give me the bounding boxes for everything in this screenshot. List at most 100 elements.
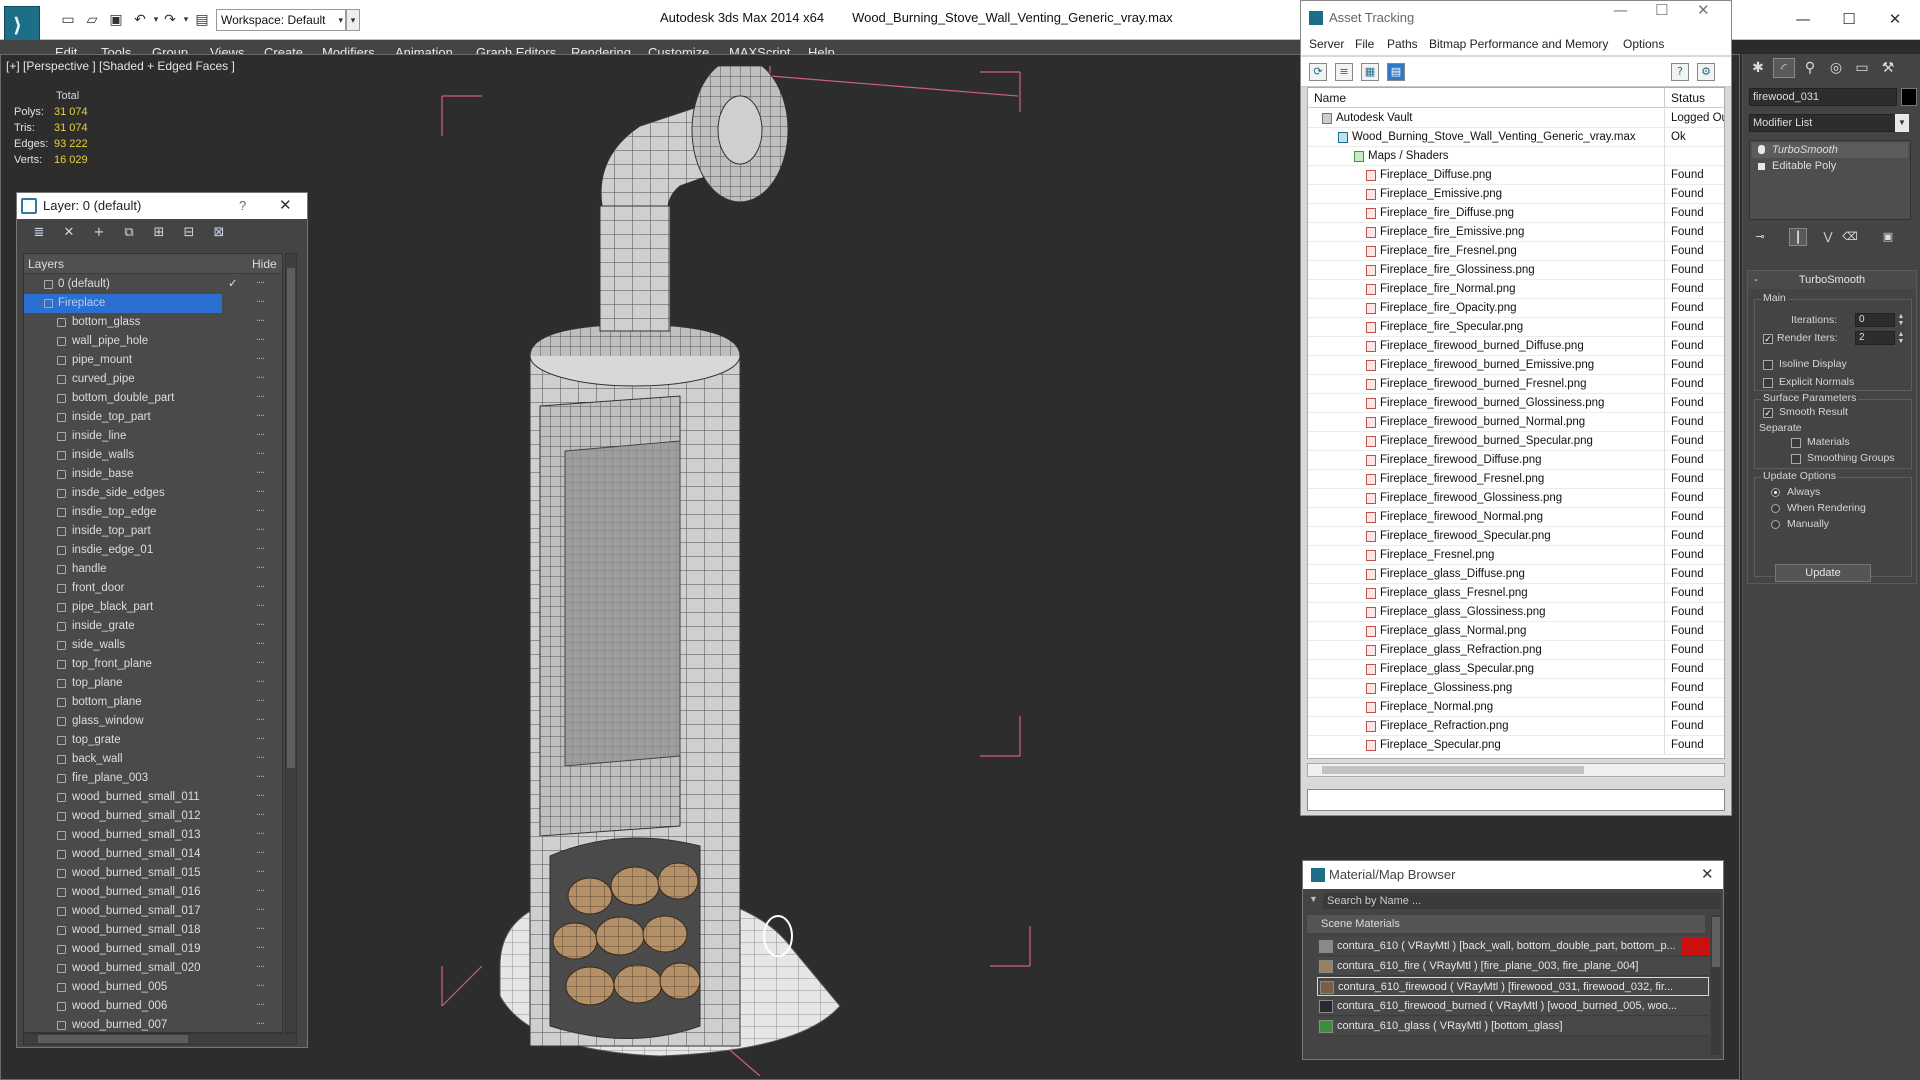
object-row[interactable]: insde_side_edges.... <box>24 483 282 503</box>
hide-toggle-icon[interactable]: .... <box>256 575 265 594</box>
object-row[interactable]: wood_burned_007.... <box>24 1015 282 1032</box>
workspace-dropdown[interactable]: Workspace: Default ▾ <box>216 9 346 31</box>
asset-row[interactable]: Maps / Shaders <box>1308 147 1724 166</box>
object-row[interactable]: curved_pipe.... <box>24 369 282 389</box>
add-layer-icon[interactable]: + <box>91 225 107 241</box>
asset-menu-options[interactable]: Options <box>1623 37 1664 51</box>
material-row[interactable]: contura_610_firewood ( VRayMtl ) [firewo… <box>1317 977 1709 996</box>
display-tab-icon[interactable]: ▭ <box>1851 58 1873 78</box>
hide-toggle-icon[interactable]: .... <box>256 347 265 366</box>
hide-toggle-icon[interactable]: .... <box>256 461 265 480</box>
asset-row[interactable]: Fireplace_firewood_burned_Normal.png Foun… <box>1308 413 1724 432</box>
hide-toggle-icon[interactable]: .... <box>256 385 265 404</box>
asset-row[interactable]: Fireplace_firewood_Glossiness.png Found <box>1308 489 1724 508</box>
delete-layer-icon[interactable]: ✕ <box>61 225 77 241</box>
object-row[interactable]: pipe_black_part.... <box>24 597 282 617</box>
asset-row[interactable]: Fireplace_glass_Glossiness.png Found <box>1308 603 1724 622</box>
object-row[interactable]: wood_burned_005.... <box>24 977 282 997</box>
asset-row[interactable]: Fireplace_Specular.png Found <box>1308 736 1724 755</box>
material-vertical-scrollbar[interactable] <box>1711 915 1721 1055</box>
create-tab-icon[interactable]: ✱ <box>1747 58 1769 78</box>
hide-toggle-icon[interactable]: .... <box>256 917 265 936</box>
new-file-icon[interactable]: ▭ <box>58 10 78 30</box>
hide-toggle-icon[interactable]: .... <box>256 841 265 860</box>
close-icon[interactable]: ✕ <box>1701 861 1714 889</box>
hide-toggle-icon[interactable]: .... <box>256 936 265 955</box>
isoline-display-checkbox[interactable] <box>1763 360 1773 370</box>
open-file-icon[interactable]: ▱ <box>82 10 102 30</box>
hide-toggle-icon[interactable]: .... <box>256 860 265 879</box>
layers-column-header[interactable]: Layers <box>28 254 64 274</box>
separate-materials-checkbox[interactable] <box>1791 438 1801 448</box>
object-row[interactable]: bottom_double_part.... <box>24 388 282 408</box>
close-icon[interactable]: ✕ <box>1880 8 1910 30</box>
object-row[interactable]: front_door.... <box>24 578 282 598</box>
hide-toggle-icon[interactable]: .... <box>256 651 265 670</box>
hide-toggle-icon[interactable]: .... <box>256 993 265 1012</box>
asset-row[interactable]: Fireplace_fire_Emissive.png Found <box>1308 223 1724 242</box>
separate-smoothing-groups-checkbox[interactable] <box>1791 454 1801 464</box>
hide-toggle-icon[interactable]: .... <box>256 480 265 499</box>
hide-toggle-icon[interactable]: .... <box>256 803 265 822</box>
object-row[interactable]: inside_line.... <box>24 426 282 446</box>
asset-path-field[interactable] <box>1307 789 1725 811</box>
iterations-spinner[interactable]: 0 <box>1855 313 1895 327</box>
stove-3d-model[interactable] <box>380 66 1260 1076</box>
object-name-field[interactable]: firewood_031 <box>1749 88 1897 106</box>
hide-toggle-icon[interactable]: .... <box>256 898 265 917</box>
asset-row[interactable]: Fireplace_firewood_burned_Emissive.png Fo… <box>1308 356 1724 375</box>
asset-row[interactable]: Fireplace_firewood_Diffuse.png Found <box>1308 451 1724 470</box>
turbosmooth-rollout-header[interactable]: - TurboSmooth <box>1748 271 1916 289</box>
asset-row[interactable]: Fireplace_Normal.png Found <box>1308 698 1724 717</box>
hide-toggle-icon[interactable]: .... <box>256 404 265 423</box>
hide-toggle-icon[interactable]: .... <box>256 366 265 385</box>
object-row[interactable]: glass_window.... <box>24 711 282 731</box>
hide-toggle-icon[interactable]: .... <box>256 822 265 841</box>
hide-toggle-icon[interactable]: .... <box>256 955 265 974</box>
pin-stack-icon[interactable]: ⊸ <box>1751 228 1769 246</box>
asset-menu-paths[interactable]: Paths <box>1387 37 1418 51</box>
object-color-swatch[interactable] <box>1901 88 1917 106</box>
hide-toggle-icon[interactable]: .... <box>256 499 265 518</box>
lightbulb-icon[interactable] <box>1758 145 1765 154</box>
asset-row[interactable]: Fireplace_glass_Refraction.png Found <box>1308 641 1724 660</box>
asset-row[interactable]: Fireplace_glass_Normal.png Found <box>1308 622 1724 641</box>
object-row[interactable]: top_plane.... <box>24 673 282 693</box>
layer-panel-titlebar[interactable]: Layer: 0 (default) ? ✕ <box>17 193 307 219</box>
object-row[interactable]: side_walls.... <box>24 635 282 655</box>
hide-toggle-icon[interactable]: .... <box>256 670 265 689</box>
asset-row[interactable]: Fireplace_Diffuse.png Found <box>1308 166 1724 185</box>
material-row[interactable]: contura_610 ( VRayMtl ) [back_wall, bott… <box>1317 937 1709 956</box>
asset-row[interactable]: Fireplace_Refraction.png Found <box>1308 717 1724 736</box>
modifier-list-dropdown[interactable]: Modifier List <box>1749 114 1909 132</box>
table-view-icon[interactable]: ▤ <box>1387 63 1405 81</box>
object-row[interactable]: wood_burned_006.... <box>24 996 282 1016</box>
stack-item-editable-poly[interactable]: Editable Poly <box>1752 159 1908 174</box>
asset-row[interactable]: Fireplace_Glossiness.png Found <box>1308 679 1724 698</box>
object-row[interactable]: wood_burned_small_015.... <box>24 863 282 883</box>
hide-toggle-icon[interactable]: .... <box>256 746 265 765</box>
hierarchy-tab-icon[interactable]: ⚲ <box>1799 58 1821 78</box>
app-menu-button[interactable]: ⟩ <box>4 6 40 42</box>
thumbnail-view-icon[interactable]: ▦ <box>1361 63 1379 81</box>
object-row[interactable]: top_front_plane.... <box>24 654 282 674</box>
material-browser-titlebar[interactable]: Material/Map Browser ✕ <box>1303 861 1723 889</box>
asset-row[interactable]: Wood_Burning_Stove_Wall_Venting_Generic_… <box>1308 128 1724 147</box>
hide-toggle-icon[interactable]: .... <box>256 290 265 309</box>
scroll-thumb[interactable] <box>287 268 295 768</box>
settings-icon[interactable]: ⚙ <box>1697 63 1715 81</box>
asset-row[interactable]: Fireplace_fire_Normal.png Found <box>1308 280 1724 299</box>
material-search-input[interactable]: Search by Name ... <box>1323 893 1721 909</box>
smooth-result-checkbox[interactable]: ✓ <box>1763 408 1773 418</box>
object-row[interactable]: insdie_edge_01.... <box>24 540 282 560</box>
select-objects-icon[interactable]: ⊞ <box>151 225 167 241</box>
hide-toggle-icon[interactable]: .... <box>256 1012 265 1031</box>
hide-toggle-icon[interactable]: .... <box>256 765 265 784</box>
workspace-menu-icon[interactable]: ▾ <box>346 9 360 31</box>
object-row[interactable]: bottom_glass.... <box>24 312 282 332</box>
object-row[interactable]: wood_burned_small_016.... <box>24 882 282 902</box>
hide-toggle-icon[interactable]: .... <box>256 556 265 575</box>
object-row[interactable]: top_grate.... <box>24 730 282 750</box>
asset-row[interactable]: Fireplace_fire_Fresnel.png Found <box>1308 242 1724 261</box>
status-column-header[interactable]: Status <box>1664 88 1705 108</box>
